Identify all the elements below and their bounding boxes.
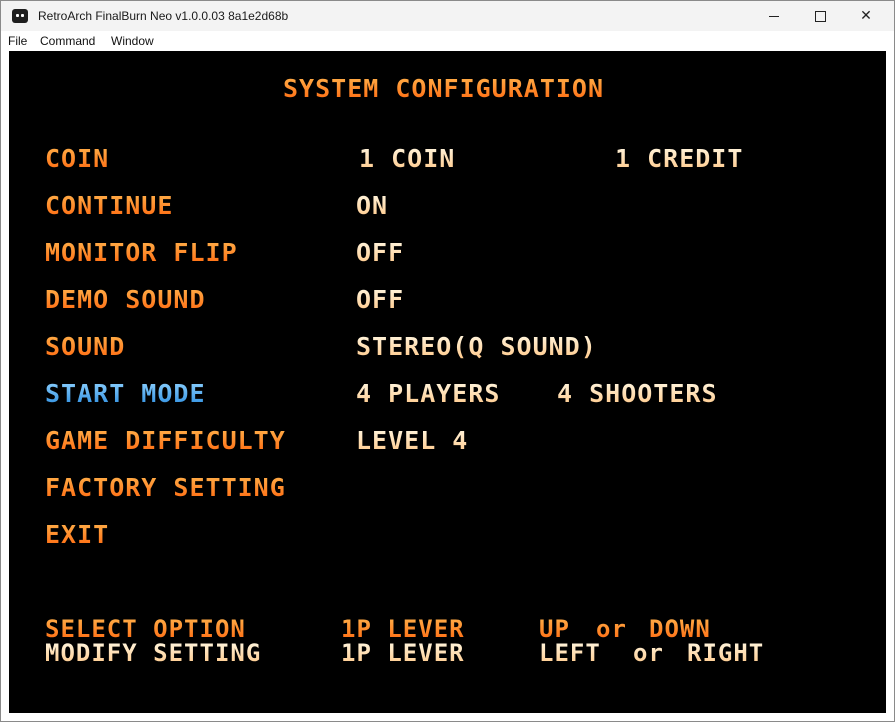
maximize-icon — [814, 10, 826, 22]
option-label-game-difficulty: GAME DIFFICULTY — [45, 426, 286, 455]
option-label-start-mode: START MODE — [45, 379, 206, 408]
game-screen[interactable]: SYSTEM CONFIGURATION COIN 1 COIN 1 CREDI… — [9, 51, 886, 713]
window-title: RetroArch FinalBurn Neo v1.0.0.03 8a1e2d… — [38, 9, 289, 23]
help-dir1-select: UP — [539, 615, 570, 643]
help-dir2-select: DOWN — [649, 615, 711, 643]
option-label-sound: SOUND — [45, 332, 126, 361]
close-button[interactable]: ✕ — [843, 1, 889, 31]
help-action-modify: MODIFY SETTING — [45, 639, 262, 667]
page-title: SYSTEM CONFIGURATION — [283, 74, 605, 103]
minimize-button[interactable] — [751, 1, 797, 31]
help-or-modify: or — [633, 639, 664, 667]
option-label-factory-setting: FACTORY SETTING — [45, 473, 286, 502]
menu-command[interactable]: Command — [40, 34, 95, 48]
menu-window[interactable]: Window — [111, 34, 154, 48]
minimize-icon — [769, 15, 779, 17]
help-control-modify: 1P LEVER — [341, 639, 465, 667]
help-dir1-modify: LEFT — [539, 639, 601, 667]
option-value-monitor-flip: OFF — [356, 238, 405, 267]
help-or-select: or — [596, 615, 627, 643]
option-label-continue: CONTINUE — [45, 191, 174, 220]
close-icon: ✕ — [860, 8, 872, 24]
option-value-demo-sound: OFF — [356, 285, 405, 314]
option-value2-coin: 1 CREDIT — [615, 144, 744, 173]
menu-bar: File Command Window — [1, 31, 894, 51]
option-label-coin: COIN — [45, 144, 110, 173]
title-bar[interactable]: RetroArch FinalBurn Neo v1.0.0.03 8a1e2d… — [1, 1, 894, 31]
option-value-start-mode: 4 PLAYERS — [356, 379, 501, 408]
option-label-exit: EXIT — [45, 520, 110, 549]
retroarch-icon — [12, 9, 28, 23]
menu-file[interactable]: File — [8, 34, 27, 48]
option-label-demo-sound: DEMO SOUND — [45, 285, 206, 314]
option-value-coin: 1 COIN — [359, 144, 456, 173]
help-action-select: SELECT OPTION — [45, 615, 246, 643]
option-value2-start-mode: 4 SHOOTERS — [557, 379, 718, 408]
maximize-button[interactable] — [797, 1, 843, 31]
help-control-select: 1P LEVER — [341, 615, 465, 643]
help-dir2-modify: RIGHT — [687, 639, 765, 667]
option-value-sound: STEREO(Q SOUND) — [356, 332, 597, 361]
option-value-continue: ON — [356, 191, 389, 220]
option-value-game-difficulty: LEVEL 4 — [356, 426, 469, 455]
app-window: RetroArch FinalBurn Neo v1.0.0.03 8a1e2d… — [0, 0, 895, 722]
option-label-monitor-flip: MONITOR FLIP — [45, 238, 238, 267]
